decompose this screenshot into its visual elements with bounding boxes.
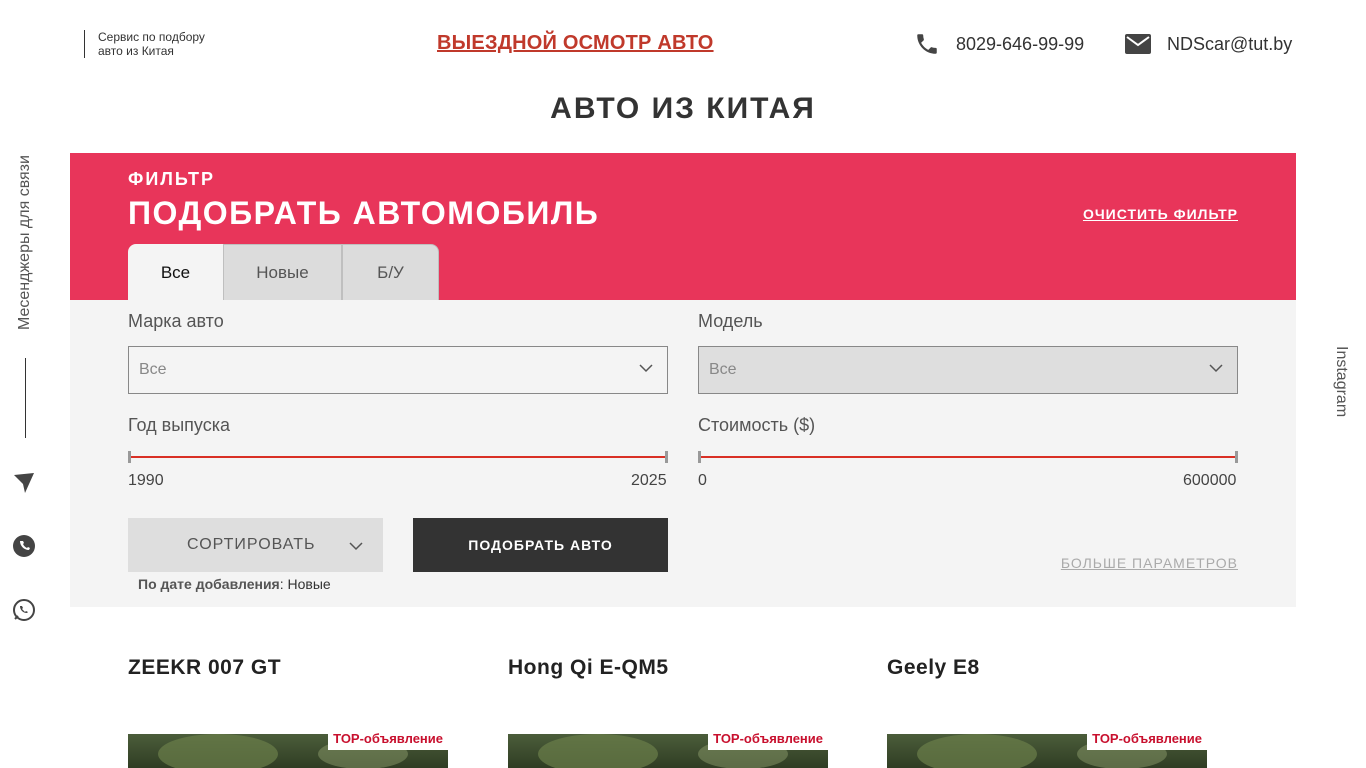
sort-current: По дате добавления: Новые	[138, 576, 331, 592]
year-min-value: 1990	[128, 472, 164, 489]
brand-line-2: авто из Китая	[98, 44, 174, 58]
mail-icon	[1125, 31, 1151, 57]
year-max-handle[interactable]	[665, 451, 668, 463]
tab-all[interactable]: Все	[128, 244, 223, 300]
price-range-track	[698, 456, 1238, 458]
sort-key: По дате добавления	[138, 576, 280, 592]
brand-select-value: Все	[139, 361, 167, 378]
clear-filter-link[interactable]: ОЧИСТИТЬ ФИЛЬТР	[1083, 206, 1238, 222]
chevron-down-icon	[639, 360, 653, 378]
page-title: АВТО ИЗ КИТАЯ	[550, 92, 816, 125]
listing-card[interactable]: Hong Qi E-QM5 TOP-объявление	[508, 656, 828, 768]
year-range-track	[128, 456, 668, 458]
year-label: Год выпуска	[128, 415, 230, 435]
chevron-down-icon	[349, 538, 363, 556]
price-max-value: 600000	[1183, 472, 1237, 489]
brand-select[interactable]: Все	[128, 346, 668, 394]
price-max-handle[interactable]	[1235, 451, 1238, 463]
sort-button[interactable]: СОРТИРОВАТЬ	[128, 518, 383, 572]
price-min-handle[interactable]	[698, 451, 701, 463]
email-contact[interactable]: NDScar@tut.by	[1125, 31, 1292, 57]
filter-body: Марка авто Все Модель Все Год выпуска 19…	[70, 300, 1296, 607]
brand-tagline: Сервис по подбору авто из Китая	[84, 30, 205, 58]
year-max-value: 2025	[631, 472, 667, 489]
tab-used[interactable]: Б/У	[342, 244, 439, 300]
viber-icon[interactable]	[11, 597, 37, 623]
year-range-slider[interactable]	[128, 451, 668, 463]
listing-card[interactable]: Geely E8 TOP-объявление	[887, 656, 1207, 768]
instagram-label[interactable]: Instagram	[1332, 346, 1350, 417]
filter-header: ФИЛЬТР ПОДОБРАТЬ АВТОМОБИЛЬ ОЧИСТИТЬ ФИЛ…	[70, 153, 1296, 300]
brand-line-1: Сервис по подбору	[98, 30, 205, 44]
model-label: Модель	[698, 311, 763, 331]
model-select-value: Все	[709, 361, 737, 378]
phone-icon	[914, 31, 940, 57]
sort-button-label: СОРТИРОВАТЬ	[187, 536, 316, 553]
listing-title[interactable]: Geely E8	[887, 656, 1207, 680]
listing-card[interactable]: ZEEKR 007 GT TOP-объявление	[128, 656, 448, 768]
price-min-value: 0	[698, 472, 707, 489]
tab-new[interactable]: Новые	[223, 244, 342, 300]
inspection-promo-link[interactable]: ВЫЕЗДНОЙ ОСМОТР АВТО	[437, 32, 714, 55]
year-min-handle[interactable]	[128, 451, 131, 463]
rail-divider	[25, 358, 26, 438]
phone-contact[interactable]: 8029-646-99-99	[914, 31, 1084, 57]
whatsapp-icon[interactable]	[11, 533, 37, 559]
phone-number: 8029-646-99-99	[956, 33, 1085, 54]
brand-label: Марка авто	[128, 311, 224, 331]
sort-value: : Новые	[279, 576, 331, 592]
top-badge: TOP-объявление	[1087, 728, 1207, 750]
telegram-icon[interactable]	[11, 470, 37, 496]
listing-title[interactable]: Hong Qi E-QM5	[508, 656, 828, 680]
price-range-slider[interactable]	[698, 451, 1238, 463]
find-car-button[interactable]: ПОДОБРАТЬ АВТО	[413, 518, 668, 572]
top-badge: TOP-объявление	[328, 728, 448, 750]
filter-kicker: ФИЛЬТР	[128, 169, 216, 189]
email-address: NDScar@tut.by	[1167, 33, 1293, 54]
price-label: Стоимость ($)	[698, 415, 816, 435]
chevron-down-icon	[1209, 360, 1223, 378]
listing-title[interactable]: ZEEKR 007 GT	[128, 656, 448, 680]
messengers-label: Месенджеры для связи	[16, 155, 33, 330]
condition-tabs: Все Новые Б/У	[128, 244, 439, 300]
filter-title: ПОДОБРАТЬ АВТОМОБИЛЬ	[128, 195, 600, 231]
more-params-link[interactable]: БОЛЬШЕ ПАРАМЕТРОВ	[1061, 555, 1238, 571]
top-badge: TOP-объявление	[708, 728, 828, 750]
model-select[interactable]: Все	[698, 346, 1238, 394]
